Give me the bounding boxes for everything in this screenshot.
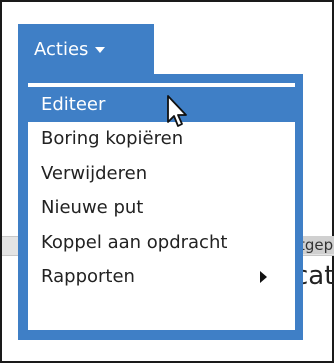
actions-menu-button-label: Acties xyxy=(34,38,89,60)
actions-dropdown-menu: Editeer Boring kopiëren Verwijderen Nieu… xyxy=(18,74,303,340)
menu-item-label: Koppel aan opdracht xyxy=(41,231,228,253)
caret-right-icon xyxy=(260,270,267,283)
page-frame: tgep cat Acties Editeer Boring kopiëren … xyxy=(0,0,334,363)
menu-item-label: Rapporten xyxy=(41,266,135,288)
menu-item-editeer[interactable]: Editeer xyxy=(28,87,295,122)
menu-list: Editeer Boring kopiëren Verwijderen Nieu… xyxy=(28,83,295,330)
menu-item-rapporten[interactable]: Rapporten xyxy=(28,260,295,295)
menu-item-boring-kopieren[interactable]: Boring kopiëren xyxy=(28,122,295,157)
menu-item-verwijderen[interactable]: Verwijderen xyxy=(28,156,295,191)
menu-item-koppel-aan-opdracht[interactable]: Koppel aan opdracht xyxy=(28,225,295,260)
menu-item-label: Editeer xyxy=(41,93,106,115)
menu-item-label: Boring kopiëren xyxy=(41,128,184,150)
menu-item-nieuwe-put[interactable]: Nieuwe put xyxy=(28,191,295,226)
caret-down-icon xyxy=(95,47,106,53)
menu-item-label: Nieuwe put xyxy=(41,197,144,219)
actions-menu-button[interactable]: Acties xyxy=(18,24,154,74)
menu-item-label: Verwijderen xyxy=(41,162,148,184)
